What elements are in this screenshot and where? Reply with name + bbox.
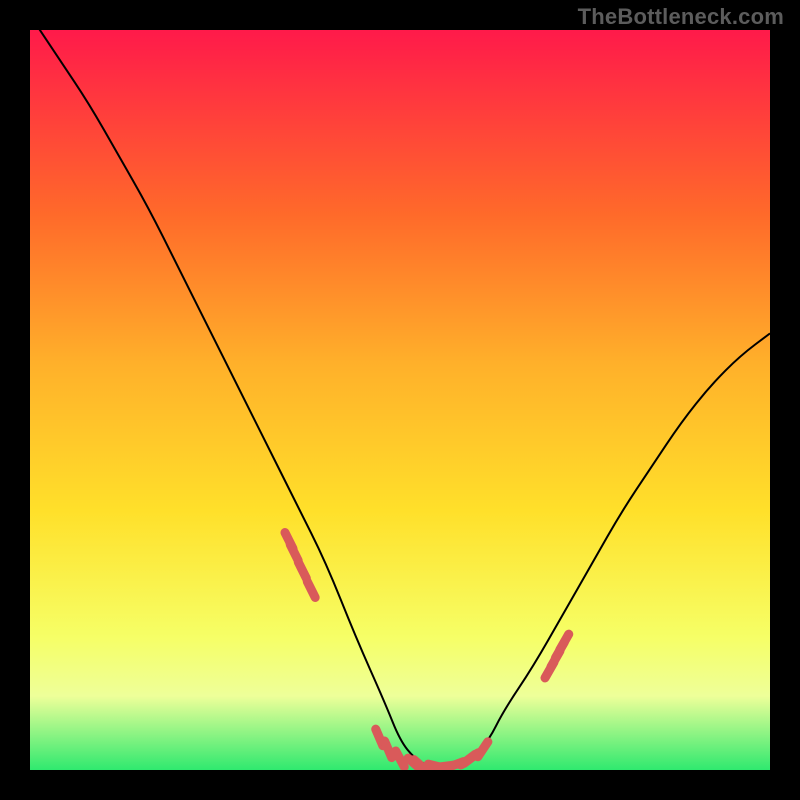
chart-gradient-bg	[30, 30, 770, 770]
bottleneck-chart	[0, 0, 800, 800]
chart-frame: TheBottleneck.com	[0, 0, 800, 800]
watermark-text: TheBottleneck.com	[578, 4, 784, 30]
